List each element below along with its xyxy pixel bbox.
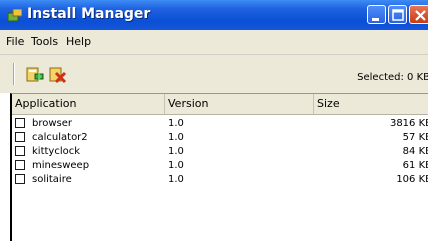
app-version: 1.0 [168, 174, 184, 185]
list-item[interactable]: browser 1.0 3816 KB [12, 117, 428, 131]
app-size: 57 KB [402, 132, 428, 143]
app-name: minesweep [32, 160, 90, 171]
row-checkbox[interactable] [15, 146, 25, 156]
list-item[interactable]: minesweep 1.0 61 KB [12, 159, 428, 173]
column-header-size[interactable]: Size [314, 94, 428, 114]
minimize-button[interactable] [367, 5, 386, 24]
app-icon [8, 9, 22, 21]
app-name: solitaire [32, 174, 72, 185]
title-bar[interactable]: Install Manager [0, 0, 428, 30]
list-item[interactable]: kittyclock 1.0 84 KB [12, 145, 428, 159]
list-item[interactable]: calculator2 1.0 57 KB [12, 131, 428, 145]
row-checkbox[interactable] [15, 160, 25, 170]
column-header-version[interactable]: Version [165, 94, 314, 114]
install-button[interactable] [26, 66, 44, 84]
column-header-application[interactable]: Application [12, 94, 165, 114]
app-name: browser [32, 118, 73, 129]
toolbar: Selected: 0 KB [0, 55, 428, 93]
install-icon [26, 67, 44, 82]
app-size: 84 KB [402, 146, 428, 157]
maximize-icon [392, 9, 404, 21]
menu-tools[interactable]: Tools [31, 35, 58, 48]
app-version: 1.0 [168, 160, 184, 171]
row-checkbox[interactable] [15, 118, 25, 128]
app-version: 1.0 [168, 118, 184, 129]
app-name: kittyclock [32, 146, 81, 157]
app-version: 1.0 [168, 132, 184, 143]
menu-bar: File Tools Help [0, 30, 428, 55]
list-header: Application Version Size [12, 94, 428, 115]
selected-size-label: Selected: 0 KB [357, 72, 428, 83]
app-name: calculator2 [32, 132, 88, 143]
menu-help[interactable]: Help [66, 35, 91, 48]
row-checkbox[interactable] [15, 174, 25, 184]
close-icon [415, 10, 426, 21]
menu-file[interactable]: File [6, 35, 24, 48]
application-list[interactable]: Application Version Size browser 1.0 381… [10, 93, 428, 241]
row-checkbox[interactable] [15, 132, 25, 142]
app-size: 106 KB [396, 174, 428, 185]
close-button[interactable] [409, 5, 428, 24]
list-item[interactable]: solitaire 1.0 106 KB [12, 173, 428, 187]
toolbar-grip [13, 63, 15, 85]
maximize-button[interactable] [388, 5, 407, 24]
minimize-icon [372, 18, 379, 21]
app-version: 1.0 [168, 146, 184, 157]
window-title: Install Manager [27, 6, 151, 22]
remove-button[interactable] [49, 66, 67, 84]
app-size: 61 KB [402, 160, 428, 171]
remove-icon [49, 67, 67, 84]
app-size: 3816 KB [389, 118, 428, 129]
